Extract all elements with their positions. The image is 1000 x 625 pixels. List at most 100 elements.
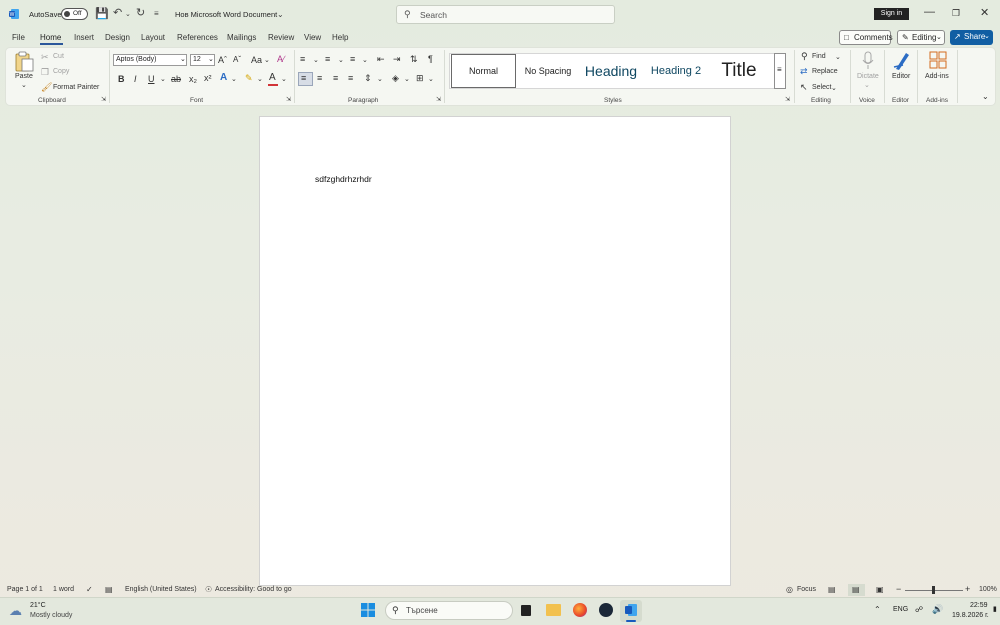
tab-view[interactable]: View xyxy=(304,33,321,42)
windows-start-icon[interactable] xyxy=(361,603,375,617)
find-chevron-icon[interactable]: ⌄ xyxy=(835,53,841,61)
focus-icon[interactable]: ◎ xyxy=(786,585,793,594)
sign-in-button[interactable]: Sign in xyxy=(874,8,909,20)
grow-font-icon[interactable]: Aˆ xyxy=(218,55,227,65)
weather-temperature[interactable]: 21°C xyxy=(30,602,46,609)
customize-toolbar-icon[interactable]: ≡ xyxy=(154,8,159,20)
add-ins-label[interactable]: Add-ins xyxy=(925,73,949,80)
search-box[interactable]: ⚲ Search xyxy=(396,5,615,24)
style-heading-2[interactable]: Heading 2 xyxy=(644,54,708,88)
style-heading-1[interactable]: Heading xyxy=(578,54,644,88)
select-icon[interactable]: ↖ xyxy=(800,82,808,93)
select-label[interactable]: Select xyxy=(812,84,831,91)
undo-icon[interactable]: ↶ xyxy=(113,7,122,19)
title-chevron-down-icon[interactable]: ⌄ xyxy=(277,9,284,21)
document-body-text[interactable]: sdfzghdrhzrhdr xyxy=(315,174,372,184)
shading-chevron-icon[interactable]: ⌄ xyxy=(404,75,410,83)
select-chevron-icon[interactable]: ⌄ xyxy=(831,84,837,92)
collapse-ribbon-icon[interactable]: ⌄ xyxy=(982,92,989,101)
redo-icon[interactable]: ↻ xyxy=(136,7,145,19)
font-launcher-icon[interactable]: ⇲ xyxy=(286,96,291,103)
file-explorer-icon[interactable] xyxy=(546,604,561,616)
styles-more-button[interactable]: ≡ xyxy=(774,53,786,89)
save-icon[interactable]: 💾 xyxy=(95,8,109,20)
word-count[interactable]: 1 word xyxy=(53,586,74,593)
close-icon[interactable]: ✕ xyxy=(980,6,989,19)
editor-icon[interactable] xyxy=(893,51,911,71)
superscript-icon[interactable]: x² xyxy=(204,73,212,83)
styles-launcher-icon[interactable]: ⇲ xyxy=(785,96,790,103)
numbering-chevron-icon[interactable]: ⌄ xyxy=(338,56,344,64)
clear-formatting-icon[interactable]: A∕ xyxy=(277,54,285,64)
weather-icon[interactable]: ☁ xyxy=(9,603,22,619)
justify-icon[interactable]: ≡ xyxy=(348,73,353,83)
zoom-slider-thumb[interactable] xyxy=(932,586,935,594)
paragraph-launcher-icon[interactable]: ⇲ xyxy=(436,96,441,103)
read-mode-icon[interactable]: ▤ xyxy=(828,585,836,594)
focus-label[interactable]: Focus xyxy=(797,586,816,593)
highlight-icon[interactable]: ✎ xyxy=(245,73,253,84)
tab-file[interactable]: File xyxy=(12,33,25,42)
editing-mode-button[interactable]: ✎ Editing ⌄ xyxy=(897,30,945,45)
shrink-font-icon[interactable]: Aˇ xyxy=(233,55,241,64)
tab-help[interactable]: Help xyxy=(332,33,348,42)
style-title[interactable]: Title xyxy=(708,54,770,88)
underline-chevron-icon[interactable]: ⌄ xyxy=(160,75,166,83)
line-spacing-icon[interactable]: ⇕ xyxy=(364,73,372,84)
print-layout-icon[interactable]: ▤ xyxy=(852,585,860,594)
replace-label[interactable]: Replace xyxy=(812,68,838,75)
weather-description[interactable]: Mostly cloudy xyxy=(30,612,72,619)
bullets-chevron-icon[interactable]: ⌄ xyxy=(313,56,319,64)
zoom-in-icon[interactable]: + xyxy=(965,584,970,594)
subscript-icon[interactable]: x₂ xyxy=(189,74,197,84)
bold-icon[interactable]: B xyxy=(118,74,125,84)
firefox-icon[interactable] xyxy=(573,603,587,617)
tab-mailings[interactable]: Mailings xyxy=(227,33,256,42)
align-center-icon[interactable]: ≡ xyxy=(317,73,322,83)
multilevel-chevron-icon[interactable]: ⌄ xyxy=(362,56,368,64)
notification-icon[interactable]: ▮ xyxy=(993,605,997,613)
restore-icon[interactable]: ❐ xyxy=(952,8,960,19)
undo-dropdown-icon[interactable]: ⌄ xyxy=(125,9,131,21)
text-predictions-icon[interactable]: ▤ xyxy=(105,585,113,594)
minimize-icon[interactable]: — xyxy=(924,6,935,18)
strikethrough-icon[interactable]: ab xyxy=(171,74,181,84)
italic-icon[interactable]: I xyxy=(134,74,137,84)
numbering-icon[interactable]: ≡ xyxy=(325,54,330,64)
increase-indent-icon[interactable]: ⇥ xyxy=(393,54,401,65)
volume-icon[interactable]: 🔊 xyxy=(932,604,943,615)
find-icon[interactable]: ⚲ xyxy=(801,51,808,62)
accessibility-status[interactable]: Accessibility: Good to go xyxy=(215,586,292,593)
clock-date[interactable]: 19.8.2026 г. xyxy=(952,612,989,619)
autosave-toggle[interactable]: Off xyxy=(61,8,88,20)
paste-dropdown-icon[interactable]: ⌄ xyxy=(21,81,27,89)
font-color-chevron-icon[interactable]: ⌄ xyxy=(281,75,287,83)
borders-icon[interactable]: ⊞ xyxy=(416,73,424,84)
underline-icon[interactable]: U xyxy=(148,74,155,84)
input-language[interactable]: ENG xyxy=(893,606,908,613)
show-marks-icon[interactable]: ¶ xyxy=(428,54,433,64)
document-page[interactable]: sdfzghdrhzrhdr xyxy=(259,116,731,586)
clock-time[interactable]: 22:59 xyxy=(970,602,988,609)
proofing-icon[interactable]: ✓ xyxy=(86,585,93,594)
multilevel-list-icon[interactable]: ≡ xyxy=(350,54,355,64)
style-normal[interactable]: Normal xyxy=(451,54,516,88)
font-color-icon[interactable]: A xyxy=(269,72,276,83)
document-title[interactable]: Нов Microsoft Word Document xyxy=(175,10,277,19)
bullets-icon[interactable]: ≡ xyxy=(300,54,305,64)
zoom-out-icon[interactable]: − xyxy=(896,584,901,594)
font-name-box[interactable]: Aptos (Body) ⌄ xyxy=(113,54,187,66)
language-status[interactable]: English (United States) xyxy=(125,586,197,593)
replace-icon[interactable]: ⇄ xyxy=(800,66,808,77)
tab-references[interactable]: References xyxy=(177,33,218,42)
sort-icon[interactable]: ⇅ xyxy=(410,54,418,65)
format-painter-label[interactable]: Format Painter xyxy=(53,84,99,91)
task-view-icon[interactable] xyxy=(521,605,531,616)
network-icon[interactable]: ☍ xyxy=(915,605,923,614)
font-size-box[interactable]: 12 ⌄ xyxy=(190,54,215,66)
taskbar-search[interactable]: ⚲ Търсене xyxy=(385,601,513,620)
web-layout-icon[interactable]: ▣ xyxy=(876,585,884,594)
tab-insert[interactable]: Insert xyxy=(74,33,94,42)
text-effects-icon[interactable]: A xyxy=(220,72,227,83)
tab-home[interactable]: Home xyxy=(40,33,61,42)
